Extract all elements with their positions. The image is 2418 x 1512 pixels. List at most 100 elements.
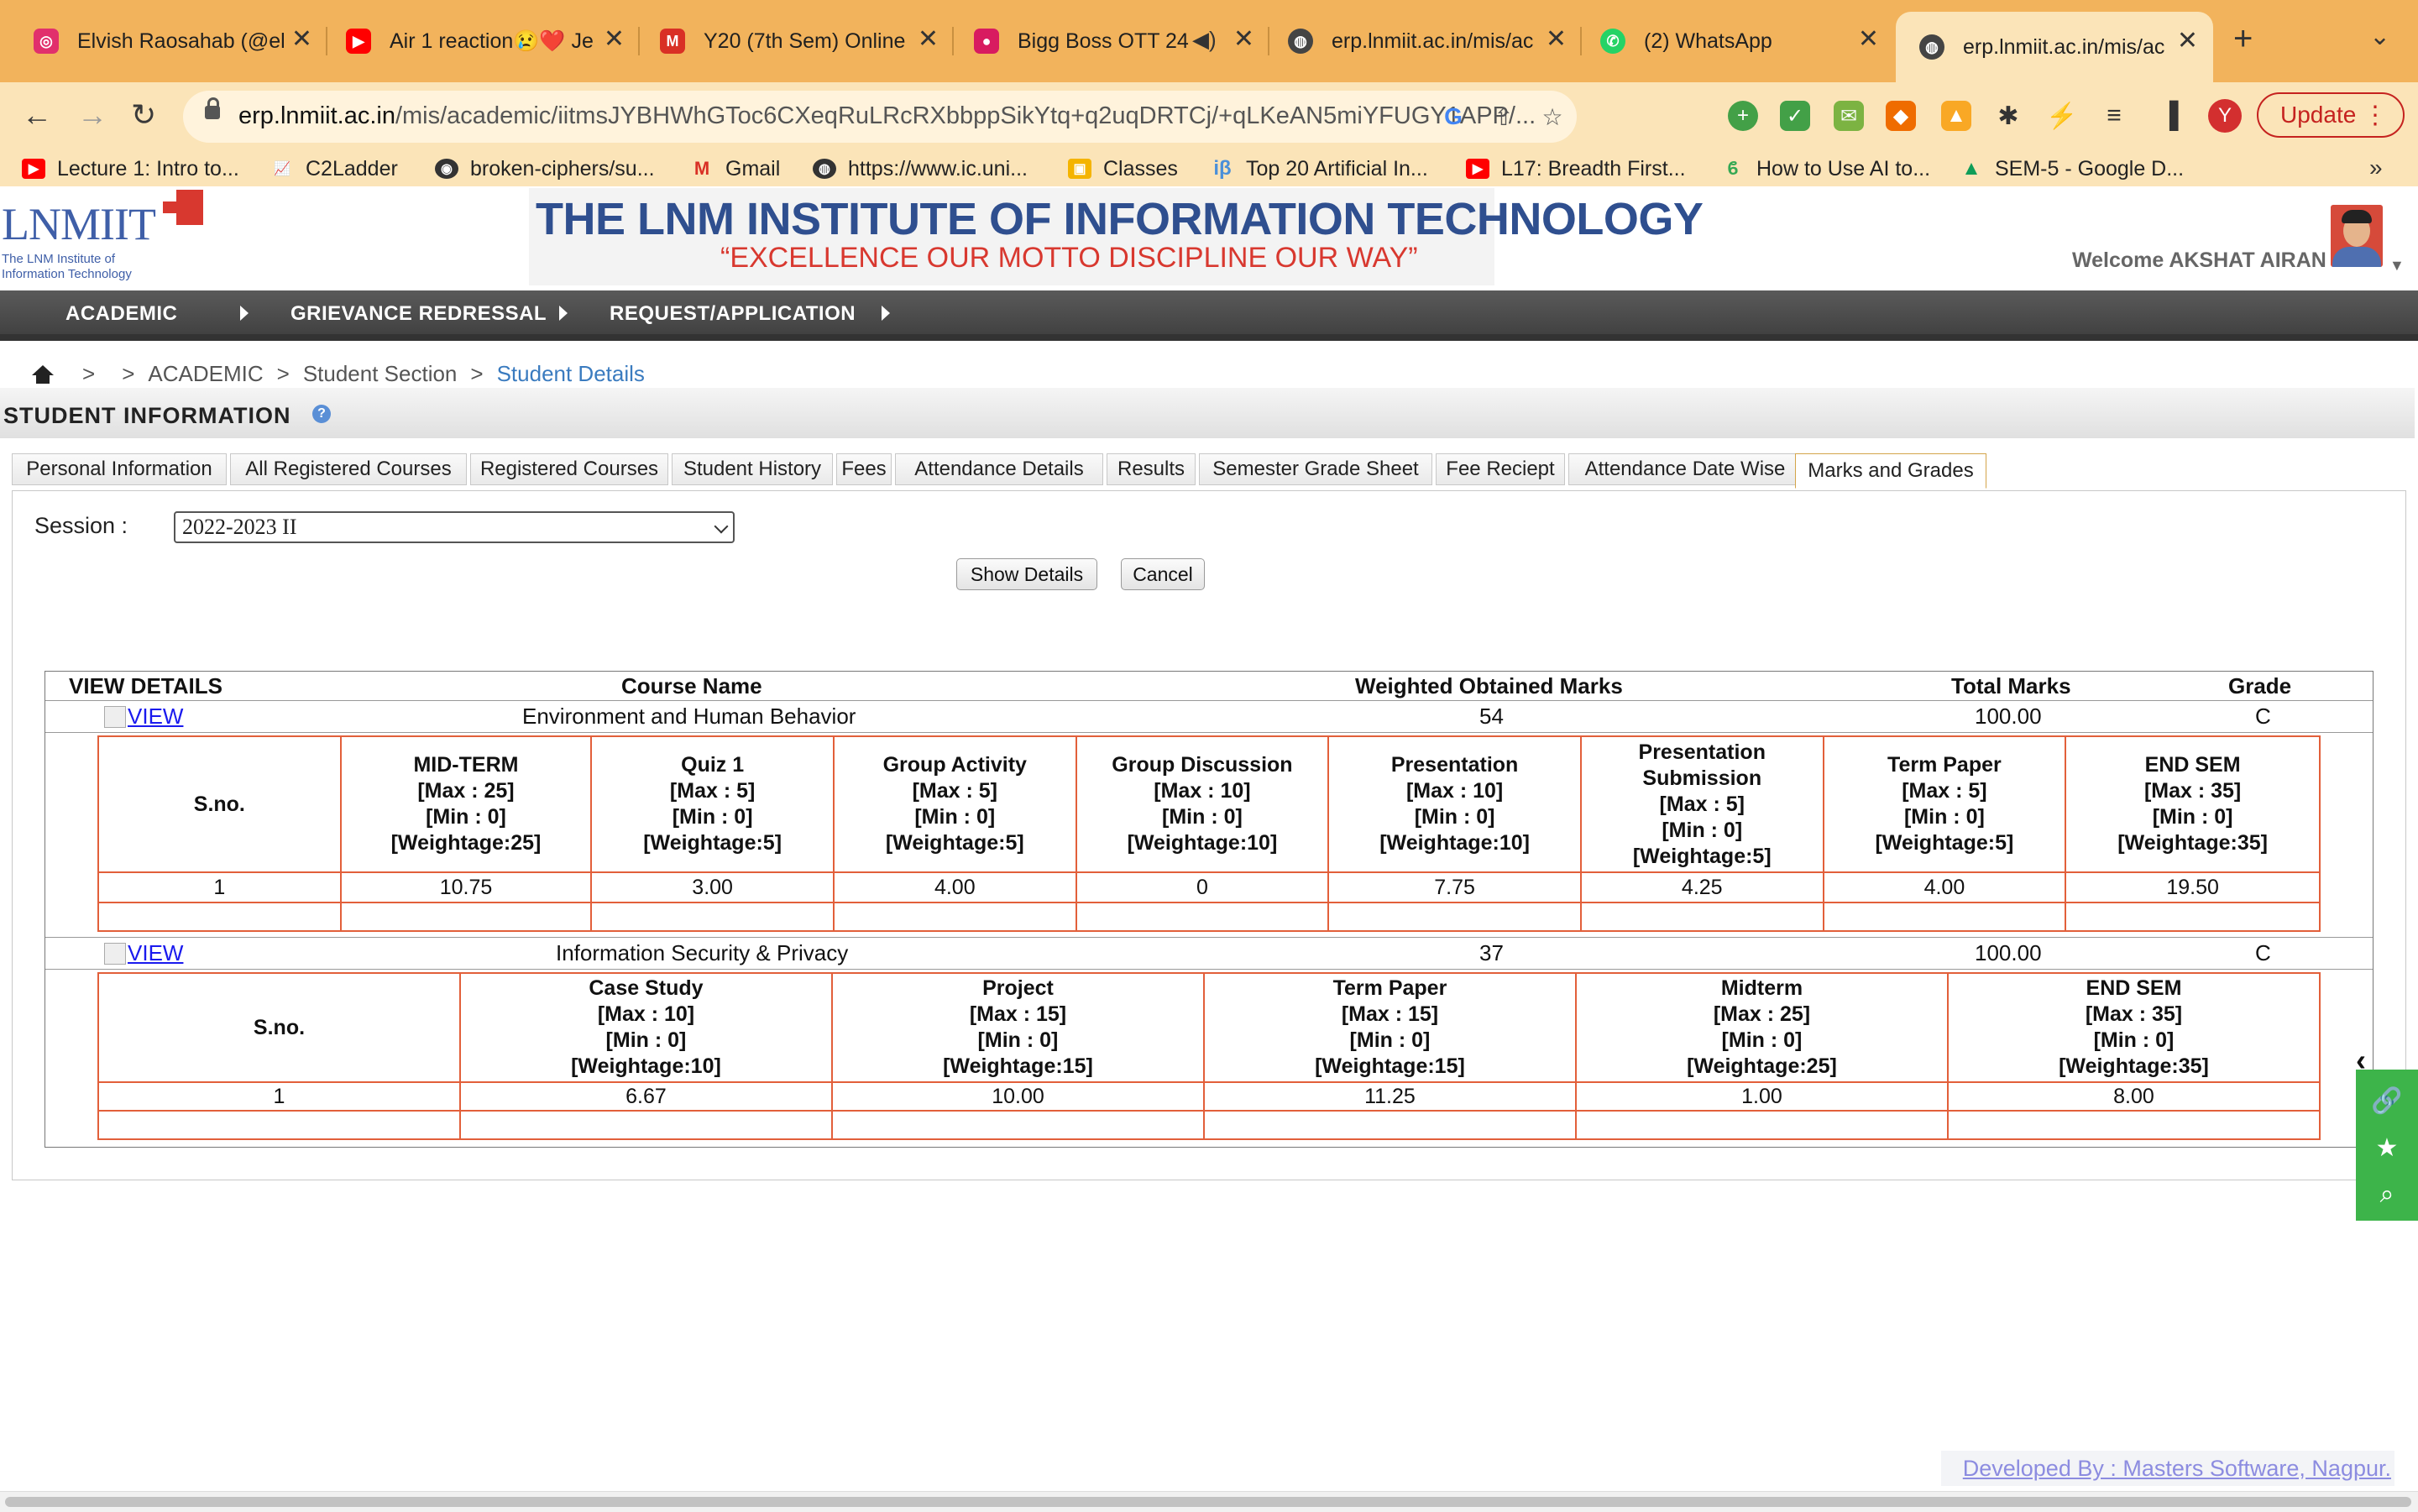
browser-tab[interactable]: ✆ (2) WhatsApp ✕ [1567, 10, 1894, 72]
menu-grievance-redressal[interactable]: GRIEVANCE REDRESSAL [290, 302, 547, 326]
course-components-table: S.no. MID-TERM [Max : 25] [Min : 0] [Weight… [97, 735, 2321, 932]
side-panel-icon[interactable]: ▐ [2154, 101, 2185, 131]
reading-list-icon[interactable]: ≡ [2099, 101, 2129, 131]
tab-student-history[interactable]: Student History [672, 453, 833, 485]
browser-tab-title: erp.lnmiit.ac.in/mis/ac [1332, 29, 1534, 53]
close-tab-icon[interactable]: ✕ [1546, 27, 1567, 52]
metamask-icon[interactable]: ◆ [1886, 101, 1916, 131]
browser-tab[interactable]: ● Bigg Boss OTT 24 ◀) ✕ [940, 10, 1269, 72]
share-icon[interactable]: ⇧ [1489, 102, 1518, 131]
browser-tab[interactable]: M Y20 (7th Sem) Online ✕ [626, 10, 954, 72]
mail-extension-icon[interactable]: ✉ [1834, 101, 1864, 131]
extension-chart-icon[interactable]: ▲ [1941, 101, 1971, 131]
home-icon[interactable] [32, 364, 54, 384]
forward-arrow-icon[interactable]: → [77, 97, 107, 133]
marks-cell: 10.00 [830, 1081, 1205, 1112]
broken-image-icon [104, 705, 126, 728]
browser-tab[interactable]: ◎ Elvish Raosahab (@el ✕ [0, 10, 327, 72]
tab-semester-grade-sheet[interactable]: Semester Grade Sheet [1199, 453, 1432, 485]
component-header: MID-TERM [Max : 25] [Min : 0] [Weightage:25… [339, 735, 593, 873]
breadcrumb-academic[interactable]: ACADEMIC [148, 361, 263, 387]
session-value: 2022-2023 II [182, 515, 297, 539]
bookmark-item[interactable]: ▲ SEM-5 - Google D... [1960, 154, 2184, 183]
more-bookmarks-icon[interactable]: » [2369, 154, 2383, 181]
tab-search-chevron-icon[interactable]: ⌄ [2369, 22, 2390, 51]
close-tab-icon[interactable]: ✕ [604, 27, 625, 52]
bookmark-item[interactable]: ▶ Lecture 1: Intro to... [22, 154, 239, 183]
bookmark-item[interactable]: ◍ https://www.ic.uni... [813, 154, 1028, 183]
bookmark-star-icon[interactable]: ☆ [1538, 102, 1567, 131]
browser-tab-active[interactable]: ◍ erp.lnmiit.ac.in/mis/ac ✕ [1896, 12, 2213, 82]
tab-registered-courses[interactable]: Registered Courses [470, 453, 668, 485]
tab-all-registered-courses[interactable]: All Registered Courses [230, 453, 467, 485]
scrollbar-thumb[interactable] [5, 1497, 2411, 1507]
puzzle-extensions-icon[interactable]: ✱ [1993, 101, 2023, 131]
tab-fees[interactable]: Fees [836, 453, 892, 485]
bookmark-item[interactable]: ◉ broken-ciphers/su... [435, 154, 655, 183]
header-grade: Grade [2228, 673, 2292, 698]
developer-credit-link[interactable]: Developed By : Masters Software, Nagpur. [1941, 1451, 2394, 1486]
sno-header: S.no. [97, 735, 342, 873]
close-tab-icon[interactable]: ✕ [1858, 27, 1879, 52]
update-label: Update [2280, 102, 2357, 128]
view-link[interactable]: VIEW [104, 940, 183, 966]
close-tab-icon[interactable]: ✕ [918, 27, 939, 52]
extension-add-icon[interactable]: + [1728, 101, 1758, 131]
caret-down-icon[interactable]: ▼ [2389, 257, 2405, 275]
show-details-button[interactable]: Show Details [956, 558, 1097, 590]
update-button[interactable]: Update ⋮ [2257, 92, 2405, 138]
breadcrumb-student-section[interactable]: Student Section [303, 361, 458, 387]
kebab-menu-icon[interactable]: ⋮ [2363, 101, 2388, 130]
close-tab-icon[interactable]: ✕ [1233, 27, 1254, 52]
menu-academic[interactable]: ACADEMIC [65, 302, 177, 326]
breadcrumb-student-details[interactable]: Student Details [497, 361, 645, 387]
speaker-icon[interactable]: ◀) [1192, 27, 1217, 53]
course-name: Environment and Human Behavior [522, 704, 856, 729]
browser-tab[interactable]: ◍ erp.lnmiit.ac.in/mis/ac ✕ [1254, 10, 1582, 72]
bookmark-item[interactable]: ▶ L17: Breadth First... [1466, 154, 1686, 183]
session-select[interactable]: 2022-2023 II [174, 511, 735, 543]
institute-name: THE LNM INSTITUTE OF INFORMATION TECHNOL… [536, 194, 1704, 244]
star-icon[interactable]: ★ [2373, 1133, 2401, 1162]
breadcrumb-separator: > [470, 361, 484, 386]
bookmark-item[interactable]: iβ Top 20 Artificial In... [1211, 154, 1427, 183]
link-icon[interactable]: 🔗 [2371, 1086, 2402, 1115]
bookmark-item[interactable]: ▣ Classes [1068, 154, 1178, 183]
browser-tab[interactable]: ▶ Air 1 reaction😢❤️ Je ✕ [312, 10, 640, 72]
menu-request-application[interactable]: REQUEST/APPLICATION [610, 302, 856, 326]
browser-tab-strip: ◎ Elvish Raosahab (@el ✕ ▶ Air 1 reactio… [0, 0, 2418, 82]
search-icon[interactable]: ⌕ [2373, 1180, 2401, 1209]
close-tab-icon[interactable]: ✕ [291, 27, 312, 52]
tab-marks-and-grades[interactable]: Marks and Grades [1795, 453, 1986, 489]
tab-fee-reciept[interactable]: Fee Reciept [1436, 453, 1565, 485]
lock-icon[interactable] [205, 97, 220, 119]
institute-logo[interactable]: LNMIIT The LNM Institute of Information … [0, 186, 210, 287]
menu-arrow-icon [559, 306, 568, 321]
tab-personal-information[interactable]: Personal Information [12, 453, 227, 485]
user-avatar[interactable] [2331, 205, 2383, 267]
tab-attendance-date-wise[interactable]: Attendance Date Wise [1568, 453, 1802, 485]
shield-icon[interactable]: ✓ [1780, 101, 1810, 131]
bookmark-item[interactable]: M Gmail [690, 154, 780, 183]
back-arrow-icon[interactable]: ← [22, 97, 52, 133]
reload-icon[interactable]: ↻ [131, 97, 156, 133]
gmail-icon: M [693, 158, 710, 179]
view-label: VIEW [128, 940, 184, 965]
bookmark-item[interactable]: ϐ How to Use AI to... [1721, 154, 1930, 183]
tab-results[interactable]: Results [1107, 453, 1196, 485]
new-tab-icon[interactable]: + [2233, 20, 2253, 58]
breadcrumb-separator: > [276, 361, 290, 386]
performance-icon[interactable]: ⚡ [2046, 101, 2077, 131]
address-bar[interactable]: erp.lnmiit.ac.in/mis/academic/iitmsJYBHW… [183, 91, 1577, 143]
total-marks: 100.00 [1975, 704, 2042, 729]
close-tab-icon[interactable]: ✕ [2177, 29, 2198, 54]
profile-avatar[interactable]: Y [2208, 99, 2242, 133]
tab-attendance-details[interactable]: Attendance Details [895, 453, 1103, 485]
bookmark-item[interactable]: 📈 C2Ladder [270, 154, 398, 183]
whatsapp-icon: ✆ [1600, 29, 1625, 54]
help-icon[interactable]: ? [312, 405, 331, 423]
view-link[interactable]: VIEW [104, 704, 183, 730]
cancel-button[interactable]: Cancel [1121, 558, 1205, 590]
google-lens-icon[interactable]: G [1439, 102, 1468, 131]
horizontal-scrollbar[interactable] [0, 1491, 2418, 1512]
